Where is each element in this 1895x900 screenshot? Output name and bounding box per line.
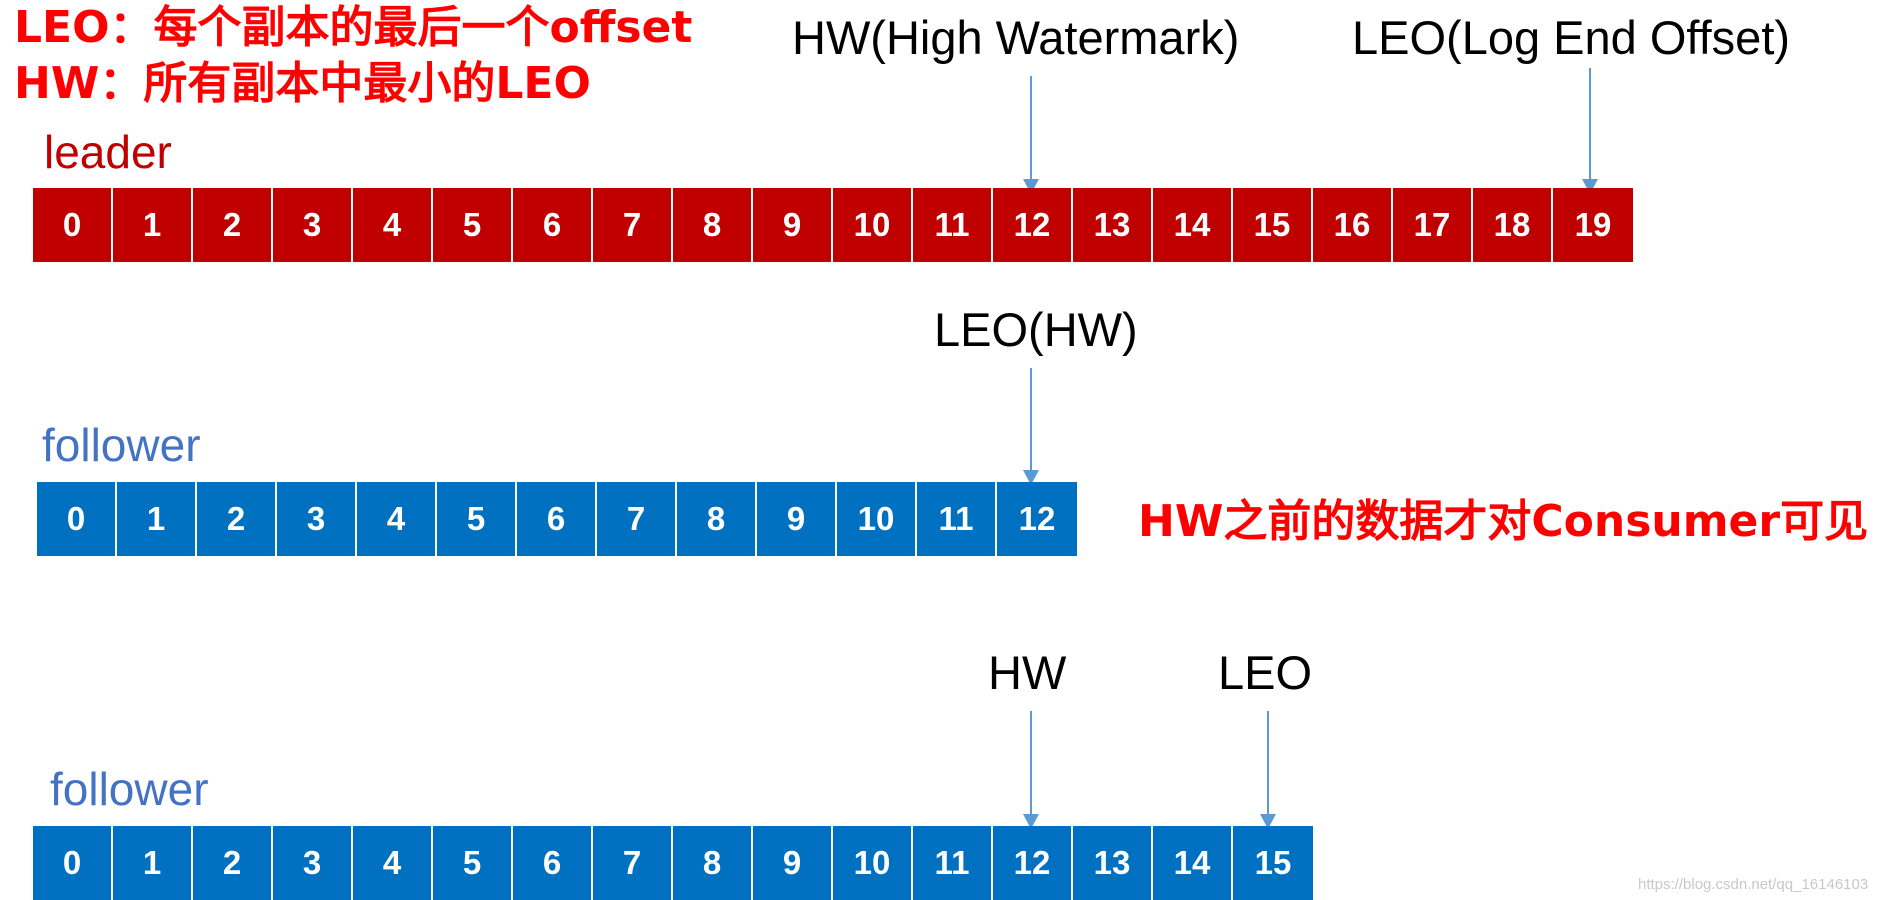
leader-offset-cell: 9: [753, 188, 833, 262]
follower2-offset-cell: 8: [673, 826, 753, 900]
leader-leo-arrow: [1589, 68, 1591, 179]
leader-offset-cell: 8: [673, 188, 753, 262]
follower1-leo-hw-arrow: [1030, 368, 1032, 470]
leader-offset-cell: 19: [1553, 188, 1633, 262]
follower1-offset-cell: 0: [37, 482, 117, 556]
leader-log: 0 1 2 3 4 5 6 7 8 9 10 11 12 13 14 15 16 17 18 19: [33, 188, 1633, 262]
leader-offset-cell: 3: [273, 188, 353, 262]
follower1-offset-cell: 10: [837, 482, 917, 556]
follower2-hw-arrow: [1030, 711, 1032, 814]
leader-offset-cell: 13: [1073, 188, 1153, 262]
leader-offset-cell: 12: [993, 188, 1073, 262]
leader-offset-cell: 16: [1313, 188, 1393, 262]
consumer-visibility-note: HW之前的数据才对Consumer可见: [1138, 496, 1869, 547]
follower2-offset-cell: 1: [113, 826, 193, 900]
follower2-offset-cell: 5: [433, 826, 513, 900]
follower2-offset-cell: 2: [193, 826, 273, 900]
follower1-offset-cell: 11: [917, 482, 997, 556]
follower1-offset-cell: 6: [517, 482, 597, 556]
leader-offset-cell: 18: [1473, 188, 1553, 262]
follower1-offset-cell: 9: [757, 482, 837, 556]
leader-offset-cell: 1: [113, 188, 193, 262]
follower2-leo-marker-label: LEO: [1218, 646, 1313, 699]
leader-offset-cell: 5: [433, 188, 513, 262]
leader-leo-marker-label: LEO(Log End Offset): [1352, 11, 1791, 64]
follower1-offset-cell: 1: [117, 482, 197, 556]
follower2-offset-cell: 10: [833, 826, 913, 900]
follower2-offset-cell: 11: [913, 826, 993, 900]
follower1-offset-cell: 2: [197, 482, 277, 556]
follower1-offset-cell: 7: [597, 482, 677, 556]
follower2-offset-cell: 0: [33, 826, 113, 900]
leo-definition-note: LEO：每个副本的最后一个offset: [14, 2, 693, 53]
hw-definition-note: HW：所有副本中最小的LEO: [14, 58, 591, 109]
leader-offset-cell: 6: [513, 188, 593, 262]
follower2-offset-cell: 9: [753, 826, 833, 900]
follower1-offset-cell: 8: [677, 482, 757, 556]
follower2-offset-cell: 15: [1233, 826, 1313, 900]
follower1-offset-cell: 4: [357, 482, 437, 556]
leader-offset-cell: 14: [1153, 188, 1233, 262]
follower2-offset-cell: 3: [273, 826, 353, 900]
follower1-offset-cell: 12: [997, 482, 1077, 556]
follower2-hw-marker-label: HW: [988, 646, 1067, 699]
leader-hw-marker-label: HW(High Watermark): [792, 11, 1240, 64]
follower2-offset-cell: 7: [593, 826, 673, 900]
follower2-offset-cell: 6: [513, 826, 593, 900]
leader-offset-cell: 10: [833, 188, 913, 262]
follower2-offset-cell: 4: [353, 826, 433, 900]
follower1-leo-hw-marker-label: LEO(HW): [934, 303, 1138, 356]
leader-offset-cell: 7: [593, 188, 673, 262]
follower1-log: 0 1 2 3 4 5 6 7 8 9 10 11 12: [37, 482, 1077, 556]
leader-label: leader: [44, 126, 172, 178]
leader-offset-cell: 2: [193, 188, 273, 262]
leader-offset-cell: 11: [913, 188, 993, 262]
follower1-offset-cell: 5: [437, 482, 517, 556]
follower2-label: follower: [50, 763, 209, 815]
follower2-offset-cell: 13: [1073, 826, 1153, 900]
follower2-offset-cell: 14: [1153, 826, 1233, 900]
follower2-leo-arrow: [1267, 711, 1269, 814]
follower1-offset-cell: 3: [277, 482, 357, 556]
leader-offset-cell: 17: [1393, 188, 1473, 262]
follower1-label: follower: [42, 419, 201, 471]
leader-offset-cell: 4: [353, 188, 433, 262]
leader-offset-cell: 0: [33, 188, 113, 262]
leader-hw-arrow: [1030, 76, 1032, 179]
leader-offset-cell: 15: [1233, 188, 1313, 262]
watermark: https://blog.csdn.net/qq_16146103: [1638, 876, 1869, 893]
follower2-offset-cell: 12: [993, 826, 1073, 900]
follower2-log: 0 1 2 3 4 5 6 7 8 9 10 11 12 13 14 15: [33, 826, 1313, 900]
